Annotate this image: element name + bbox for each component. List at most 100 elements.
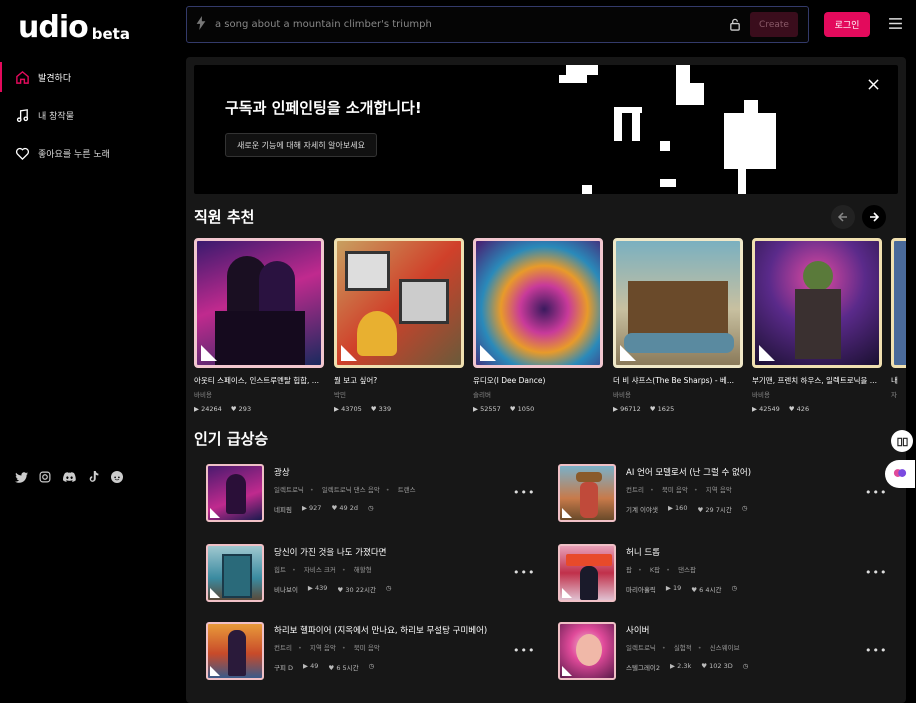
play-count: ▶ 43705 (334, 405, 362, 413)
genre-tag[interactable]: 컨트리 (274, 644, 292, 652)
logo-beta: beta (91, 25, 130, 43)
genre-tag[interactable]: 실험적 (674, 644, 692, 652)
like-count: ♥ 293 (230, 405, 252, 413)
song-title: 아웃티 스페이스, 인스트루멘탈 힙합, ... (194, 376, 319, 385)
song-artist: 바비용 (613, 391, 631, 399)
more-options-icon[interactable]: ••• (513, 566, 535, 579)
learn-more-button[interactable]: 새로운 기능에 대해 자세히 알아보세요 (225, 133, 377, 157)
genre-tag[interactable]: 해할형 (354, 566, 372, 574)
song-card[interactable]: 더 비 샤프스(The Be Sharps) - 베... 바비용 ▶ 9671… (613, 238, 743, 413)
play-count: ▶ 19 (665, 584, 682, 592)
hamburger-menu-icon[interactable] (888, 16, 902, 30)
book-icon (896, 432, 908, 451)
reddit-icon[interactable] (110, 470, 124, 484)
assistant-button[interactable] (885, 460, 915, 488)
create-button[interactable]: Create (750, 12, 798, 37)
clock-icon: ◷ (742, 662, 749, 670)
play-corner-icon (620, 345, 636, 361)
more-options-icon[interactable]: ••• (513, 644, 535, 657)
staff-picks-carousel: 아웃티 스페이스, 인스트루멘탈 힙합, ... 바비용 ▶ 24264 ♥ 2… (194, 238, 906, 413)
sidebar-nav: 발견하다 내 창작물 좋아요를 누른 노래 (0, 58, 180, 172)
list-item[interactable]: 당신이 가진 것을 나도 가졌다면 힙트 • 자비스 크커 • 해할형 비나보이 ▶… (186, 544, 516, 606)
genre-tag[interactable]: 힙트 (274, 566, 286, 574)
genre-tag[interactable]: 댄스팝 (678, 566, 696, 574)
list-item[interactable]: AI 언어 모델로서 (난 그럴 수 없어) 컨트리 • 북미 음악 • 지역 음악… (538, 464, 868, 526)
play-corner-icon (210, 666, 220, 676)
song-artist: 바비용 (194, 391, 212, 399)
genre-tag[interactable]: 북미 음악 (662, 486, 688, 494)
sidebar-item-liked-songs[interactable]: 좋아요를 누른 노래 (0, 134, 180, 172)
more-options-icon[interactable]: ••• (865, 486, 887, 499)
song-artist: 슬리버 (473, 391, 491, 399)
song-stats: ▶ 42549 ♥ 426 (752, 405, 882, 413)
song-artist[interactable]: 스텔그레이2 (626, 662, 660, 672)
list-item[interactable]: 사이버 일렉트로닉 • 실험적 • 신스웨이브 스텔그레이2 ▶ 2.3k ♥ 10… (538, 622, 868, 684)
play-corner-icon (341, 345, 357, 361)
genre-tag[interactable]: 트랜스 (398, 486, 416, 494)
song-artwork (206, 464, 264, 522)
prompt-bar: Create (186, 6, 809, 43)
sidebar-item-my-creations[interactable]: 내 창작물 (0, 96, 180, 134)
genre-tag[interactable]: 컨트리 (626, 486, 644, 494)
list-item[interactable]: 허니 드롭 팝 • K팝 • 댄스팝 마리아흘릭 ▶ 19 ♥ 6 4시간 ◷ (538, 544, 868, 606)
genre-tags: 일렉트로닉 • 일렉트로닉 댄스 음악 • 트랜스 (274, 486, 416, 494)
genre-tag[interactable]: 일렉트로닉 (626, 644, 656, 652)
like-count: ♥ 339 (370, 405, 392, 413)
song-artist[interactable]: 네피림 (274, 504, 292, 514)
tiktok-icon[interactable] (86, 470, 100, 484)
genre-tag[interactable]: 북미 음악 (354, 644, 380, 652)
song-artist[interactable]: 기계 이야샛 (626, 504, 658, 514)
like-count: ♥ 1625 (649, 405, 675, 413)
genre-tag[interactable]: 지역 음악 (706, 486, 732, 494)
song-meta: 구피 D ▶ 49 ♥ 6 5시간 ◷ (274, 662, 374, 672)
close-icon[interactable] (866, 77, 880, 91)
song-meta: 마리아흘릭 ▶ 19 ♥ 6 4시간 ◷ (626, 584, 737, 594)
more-options-icon[interactable]: ••• (865, 644, 887, 657)
song-artist[interactable]: 마리아흘릭 (626, 584, 656, 594)
song-artwork (558, 544, 616, 602)
login-button[interactable]: 로그인 (824, 12, 870, 37)
lock-icon[interactable] (728, 18, 742, 32)
instagram-icon[interactable] (38, 470, 52, 484)
carousel-next-button[interactable] (862, 205, 886, 229)
song-artist[interactable]: 비나보이 (274, 584, 298, 594)
like-count: ♥ 6 4시간 (691, 586, 722, 594)
song-artist[interactable]: 구피 D (274, 662, 293, 672)
genre-tag[interactable]: 신스웨이브 (710, 644, 740, 652)
clock-icon: ◷ (368, 662, 375, 670)
discord-icon[interactable] (62, 470, 76, 484)
genre-tag[interactable]: K팝 (650, 566, 660, 574)
play-corner-icon (210, 508, 220, 518)
song-card[interactable]: 아웃티 스페이스, 인스트루멘탈 힙합, ... 바비용 ▶ 24264 ♥ 2… (194, 238, 324, 413)
song-title: 뭘 보고 싶어? (334, 376, 378, 385)
genre-tag[interactable]: 일렉트로닉 댄스 음악 (322, 486, 380, 494)
list-item[interactable]: 하리보 헬파이어 (지옥에서 만나요, 하리보 무설탕 구미베어) 컨트리 • 지… (186, 622, 516, 684)
song-card[interactable]: 부기맨, 프렌치 하우스, 일렉트로닉을 ... 바비용 ▶ 42549 ♥ 4… (752, 238, 882, 413)
play-corner-icon (201, 345, 217, 361)
sidebar-item-discover[interactable]: 발견하다 (0, 58, 180, 96)
song-card[interactable]: 유디오(I Dee Dance) 슬리버 ▶ 52557 ♥ 1050 (473, 238, 603, 413)
genre-tag[interactable]: 자비스 크커 (304, 566, 336, 574)
twitter-icon[interactable] (14, 470, 28, 484)
logo-text: udio (18, 10, 89, 45)
song-stats: ▶ 52557 ♥ 1050 (473, 405, 603, 413)
genre-tag[interactable]: 팝 (626, 566, 632, 574)
play-corner-icon (562, 508, 572, 518)
song-card[interactable]: 내 자 (891, 238, 906, 399)
list-item[interactable]: 광상 일렉트로닉 • 일렉트로닉 댄스 음악 • 트랜스 네피림 ▶ 927 ♥ 4… (186, 464, 516, 526)
udio-logo[interactable]: udio beta (18, 10, 130, 45)
more-options-icon[interactable]: ••• (513, 486, 535, 499)
genre-tag[interactable]: 지역 음악 (310, 644, 336, 652)
carousel-prev-button[interactable] (831, 205, 855, 229)
genre-tag[interactable]: 일렉트로닉 (274, 486, 304, 494)
play-count: ▶ 160 (667, 504, 688, 512)
like-count: ♥ 426 (788, 405, 810, 413)
reader-mode-button[interactable] (891, 430, 913, 452)
genre-tags: 힙트 • 자비스 크커 • 해할형 (274, 566, 372, 574)
song-card[interactable]: 뭘 보고 싶어? 박민 ▶ 43705 ♥ 339 (334, 238, 464, 413)
heart-icon (14, 145, 30, 161)
genre-tags: 컨트리 • 북미 음악 • 지역 음악 (626, 486, 732, 494)
more-options-icon[interactable]: ••• (865, 566, 887, 579)
prompt-input[interactable] (215, 19, 728, 30)
song-stats: ▶ 96712 ♥ 1625 (613, 405, 743, 413)
